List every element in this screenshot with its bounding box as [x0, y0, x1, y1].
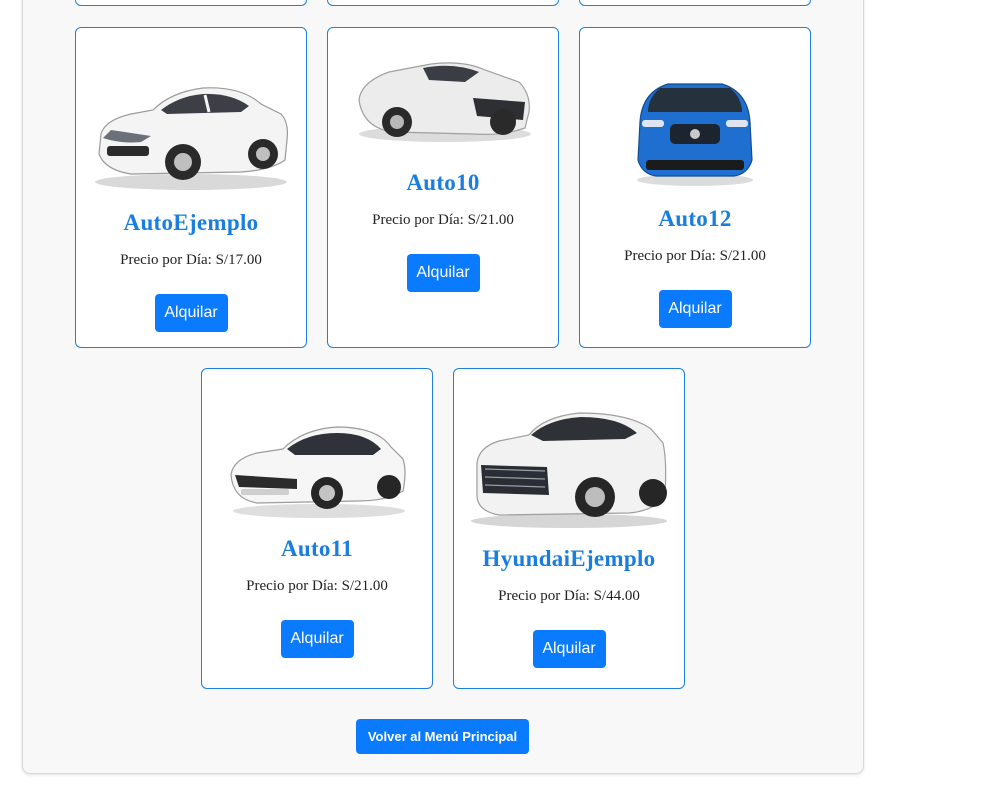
car-card-partial: [327, 0, 559, 6]
car-title: Auto12: [658, 206, 732, 231]
car-title: HyundaiEjemplo: [482, 546, 656, 571]
white-sedan-image: [230, 426, 406, 518]
rent-button[interactable]: Alquilar: [406, 254, 480, 292]
car-card-partial: [579, 0, 811, 6]
car-price: Precio por Día: S/21.00: [372, 212, 514, 228]
car-card: Auto11 Precio por Día: S/21.00 Alquilar: [201, 368, 433, 689]
back-to-main-menu-button[interactable]: Volver al Menú Principal: [356, 719, 529, 754]
white-suv-image: [471, 412, 667, 528]
rent-button[interactable]: Alquilar: [280, 620, 354, 658]
car-title: AutoEjemplo: [123, 210, 259, 235]
car-title: Auto10: [406, 170, 480, 195]
rent-button[interactable]: Alquilar: [658, 290, 732, 328]
car-price: Precio por Día: S/21.00: [624, 248, 766, 264]
silver-sports-car-image: [358, 62, 531, 142]
car-price: Precio por Día: S/44.00: [498, 588, 640, 604]
blue-suv-image: [637, 83, 753, 186]
rent-button[interactable]: Alquilar: [532, 630, 606, 668]
car-price: Precio por Día: S/21.00: [246, 578, 388, 594]
car-price: Precio por Día: S/17.00: [120, 252, 262, 268]
car-card-partial: [75, 0, 307, 6]
rent-button[interactable]: Alquilar: [154, 294, 228, 332]
car-card: HyundaiEjemplo Precio por Día: S/44.00 A…: [453, 368, 685, 689]
white-sedan-image: [95, 87, 288, 190]
car-card: AutoEjemplo Precio por Día: S/17.00 Alqu…: [75, 27, 307, 348]
car-card: Auto10 Precio por Día: S/21.00 Alquilar: [327, 27, 559, 348]
car-title: Auto11: [280, 536, 354, 561]
car-card: Auto12 Precio por Día: S/21.00 Alquilar: [579, 27, 811, 348]
